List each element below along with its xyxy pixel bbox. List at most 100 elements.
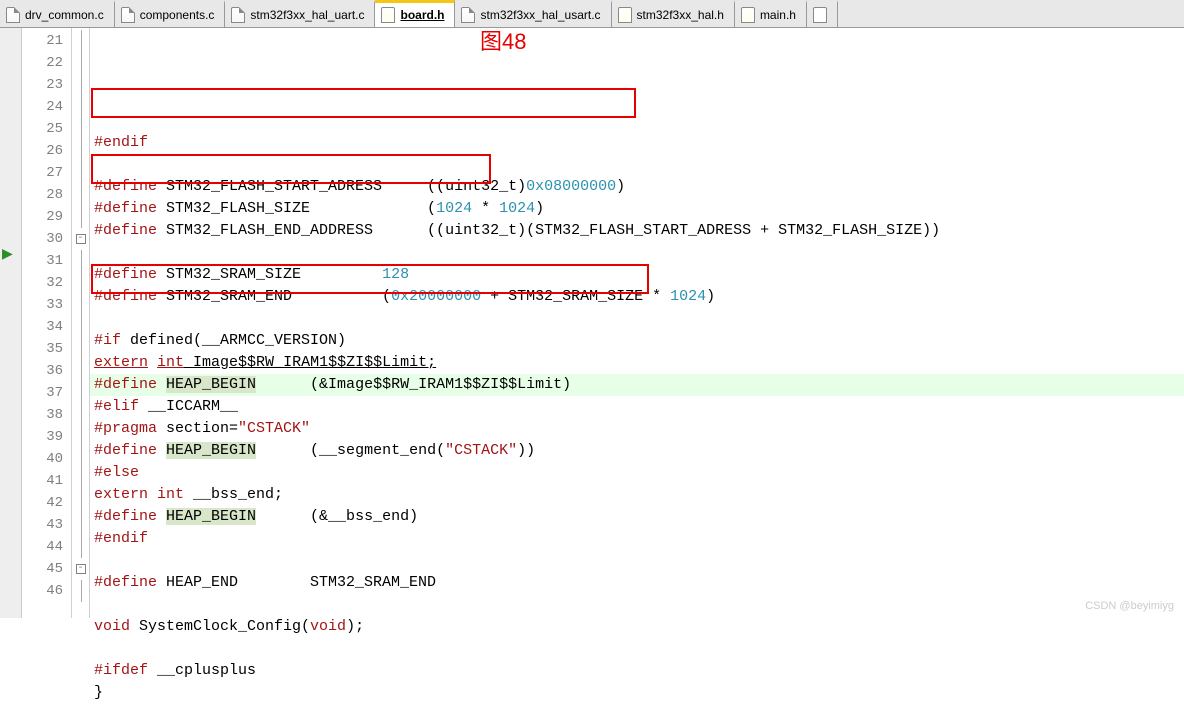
code-line[interactable]: #define STM32_FLASH_SIZE (1024 * 1024)	[90, 198, 1184, 220]
current-line-arrow: ▶	[2, 246, 13, 263]
fold-marker[interactable]	[72, 316, 89, 338]
fold-marker[interactable]	[72, 294, 89, 316]
line-number: 42	[22, 492, 71, 514]
fold-marker[interactable]	[72, 184, 89, 206]
tab-label: main.h	[760, 8, 796, 22]
line-number-gutter: 2122232425262728293031323334353637383940…	[22, 28, 72, 618]
fold-marker[interactable]	[72, 96, 89, 118]
line-number: 35	[22, 338, 71, 360]
code-line[interactable]: #define HEAP_BEGIN (&Image$$RW_IRAM1$$ZI…	[90, 374, 1184, 396]
fold-marker[interactable]	[72, 30, 89, 52]
fold-marker[interactable]: -	[72, 558, 89, 580]
fold-marker[interactable]	[72, 360, 89, 382]
code-line[interactable]: void SystemClock_Config(void);	[90, 616, 1184, 638]
code-line[interactable]	[90, 154, 1184, 176]
line-number: 25	[22, 118, 71, 140]
fold-marker[interactable]	[72, 448, 89, 470]
fold-marker[interactable]	[72, 536, 89, 558]
file-icon	[741, 7, 755, 23]
fold-marker[interactable]: -	[72, 228, 89, 250]
file-icon	[231, 7, 245, 23]
line-number: 28	[22, 184, 71, 206]
line-number: 24	[22, 96, 71, 118]
code-line[interactable]: #define HEAP_END STM32_SRAM_END	[90, 572, 1184, 594]
tab-components-c[interactable]: components.c	[115, 0, 226, 27]
highlight-box-1	[91, 88, 636, 118]
code-line[interactable]: #elif __ICCARM__	[90, 396, 1184, 418]
tab-stm32f3xx_hal-h[interactable]: stm32f3xx_hal.h	[612, 0, 735, 27]
file-icon	[461, 7, 475, 23]
tab-label: stm32f3xx_hal_usart.c	[480, 8, 600, 22]
code-line[interactable]: }	[90, 682, 1184, 704]
fold-marker[interactable]	[72, 514, 89, 536]
fold-marker[interactable]	[72, 492, 89, 514]
code-line[interactable]	[90, 550, 1184, 572]
line-number: 26	[22, 140, 71, 162]
fold-marker[interactable]	[72, 52, 89, 74]
line-number: 23	[22, 74, 71, 96]
line-number: 38	[22, 404, 71, 426]
file-icon	[618, 7, 632, 23]
code-line[interactable]	[90, 242, 1184, 264]
code-line[interactable]	[90, 308, 1184, 330]
line-number: 36	[22, 360, 71, 382]
code-line[interactable]	[90, 594, 1184, 616]
code-editor: ▶ 21222324252627282930313233343536373839…	[0, 28, 1184, 618]
line-number: 34	[22, 316, 71, 338]
code-line[interactable]: #define STM32_SRAM_SIZE 128	[90, 264, 1184, 286]
line-number: 33	[22, 294, 71, 316]
code-line[interactable]	[90, 638, 1184, 660]
breakpoint-margin[interactable]: ▶	[0, 28, 22, 618]
code-line[interactable]: extern int Image$$RW_IRAM1$$ZI$$Limit;	[90, 352, 1184, 374]
code-line[interactable]: #define STM32_FLASH_START_ADRESS ((uint3…	[90, 176, 1184, 198]
fold-marker[interactable]	[72, 250, 89, 272]
line-number: 40	[22, 448, 71, 470]
file-icon	[381, 7, 395, 23]
tab-drv_common-c[interactable]: drv_common.c	[0, 0, 115, 27]
line-number: 39	[22, 426, 71, 448]
fold-marker[interactable]	[72, 338, 89, 360]
fold-marker[interactable]	[72, 426, 89, 448]
code-line[interactable]: #else	[90, 462, 1184, 484]
code-area[interactable]: 图48 #endif#define STM32_FLASH_START_ADRE…	[90, 28, 1184, 618]
fold-marker[interactable]	[72, 118, 89, 140]
code-line[interactable]: #endif	[90, 132, 1184, 154]
code-line[interactable]: #define HEAP_BEGIN (__segment_end("CSTAC…	[90, 440, 1184, 462]
file-icon	[813, 7, 827, 23]
line-number: 27	[22, 162, 71, 184]
file-icon	[121, 7, 135, 23]
code-line[interactable]: #endif	[90, 528, 1184, 550]
tab-main-h[interactable]: main.h	[735, 0, 807, 27]
tab-label: board.h	[400, 8, 444, 22]
fold-gutter[interactable]: --	[72, 28, 90, 618]
fold-marker[interactable]	[72, 206, 89, 228]
line-number: 31	[22, 250, 71, 272]
line-number: 46	[22, 580, 71, 602]
tab-stm32f3xx_hal_uart-c[interactable]: stm32f3xx_hal_uart.c	[225, 0, 375, 27]
tab-board-h[interactable]: board.h	[375, 0, 455, 27]
line-number: 45	[22, 558, 71, 580]
line-number: 22	[22, 52, 71, 74]
line-number: 41	[22, 470, 71, 492]
line-number: 29	[22, 206, 71, 228]
tab-stm32f3xx_hal_usart-c[interactable]: stm32f3xx_hal_usart.c	[455, 0, 611, 27]
fold-marker[interactable]	[72, 140, 89, 162]
code-line[interactable]: #define STM32_FLASH_END_ADDRESS ((uint32…	[90, 220, 1184, 242]
fold-marker[interactable]	[72, 162, 89, 184]
file-icon	[6, 7, 20, 23]
code-line[interactable]: #define HEAP_BEGIN (&__bss_end)	[90, 506, 1184, 528]
fold-marker[interactable]	[72, 580, 89, 602]
tab-overflow[interactable]	[807, 0, 838, 27]
tab-label: components.c	[140, 8, 215, 22]
fold-marker[interactable]	[72, 470, 89, 492]
fold-marker[interactable]	[72, 74, 89, 96]
code-line[interactable]: extern int __bss_end;	[90, 484, 1184, 506]
line-number: 44	[22, 536, 71, 558]
code-line[interactable]: #if defined(__ARMCC_VERSION)	[90, 330, 1184, 352]
fold-marker[interactable]	[72, 272, 89, 294]
code-line[interactable]: #pragma section="CSTACK"	[90, 418, 1184, 440]
fold-marker[interactable]	[72, 382, 89, 404]
code-line[interactable]: #define STM32_SRAM_END (0x20000000 + STM…	[90, 286, 1184, 308]
fold-marker[interactable]	[72, 404, 89, 426]
code-line[interactable]: #ifdef __cplusplus	[90, 660, 1184, 682]
